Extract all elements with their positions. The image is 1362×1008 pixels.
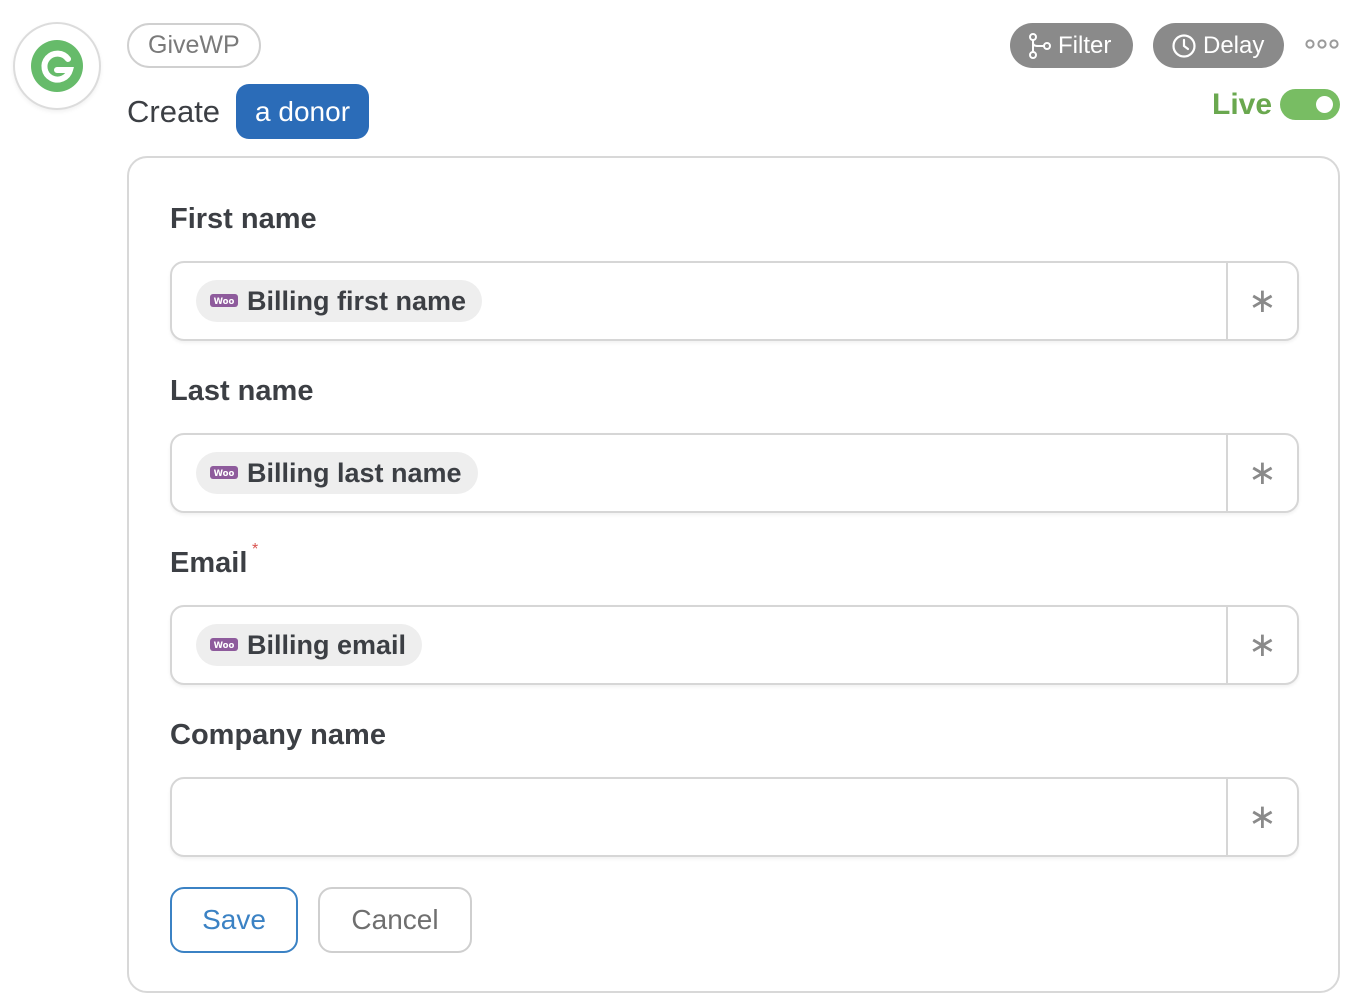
insert-data-button[interactable]: ∗ bbox=[1226, 607, 1297, 683]
token-label: Billing email bbox=[247, 629, 407, 660]
company-name-label: Company name bbox=[170, 719, 386, 751]
company-name-field[interactable]: ∗ bbox=[170, 777, 1299, 857]
givewp-logo-icon bbox=[31, 40, 83, 92]
woocommerce-icon: Woo bbox=[210, 466, 238, 479]
live-toggle[interactable] bbox=[1280, 89, 1340, 120]
action-row: Create a donor bbox=[127, 84, 370, 139]
first-name-field[interactable]: Woo Billing first name ∗ bbox=[170, 261, 1299, 341]
filter-label: Filter bbox=[1058, 31, 1112, 59]
last-name-field[interactable]: Woo Billing last name ∗ bbox=[170, 433, 1299, 513]
save-button[interactable]: Save bbox=[170, 887, 298, 953]
first-name-input-area[interactable]: Woo Billing first name bbox=[172, 263, 1226, 339]
givewp-logo bbox=[13, 22, 101, 110]
action-form-card: First name Woo Billing first name ∗ Last… bbox=[127, 156, 1340, 993]
field-token[interactable]: Woo Billing last name bbox=[196, 452, 478, 494]
delay-button[interactable]: Delay bbox=[1153, 23, 1284, 68]
email-field[interactable]: Woo Billing email ∗ bbox=[170, 605, 1299, 685]
delay-label: Delay bbox=[1203, 31, 1265, 59]
filter-button[interactable]: Filter bbox=[1010, 23, 1133, 68]
email-label-text: Email bbox=[170, 547, 248, 579]
svg-text:Woo: Woo bbox=[214, 469, 235, 479]
action-object-button[interactable]: a donor bbox=[236, 84, 370, 139]
field-token[interactable]: Woo Billing email bbox=[196, 624, 423, 666]
app-name-pill[interactable]: GiveWP bbox=[127, 23, 261, 68]
insert-data-button[interactable]: ∗ bbox=[1226, 263, 1297, 339]
last-name-input-area[interactable]: Woo Billing last name bbox=[172, 435, 1226, 511]
live-label: Live bbox=[1212, 88, 1273, 121]
insert-data-button[interactable]: ∗ bbox=[1226, 435, 1297, 511]
filter-branch-icon bbox=[1029, 32, 1051, 59]
action-verb: Create bbox=[127, 93, 221, 129]
clock-icon bbox=[1172, 33, 1196, 58]
token-label: Billing last name bbox=[247, 457, 462, 488]
last-name-label: Last name bbox=[170, 375, 314, 407]
required-mark: * bbox=[252, 541, 259, 558]
svg-text:Woo: Woo bbox=[214, 297, 235, 307]
toggle-knob bbox=[1316, 96, 1333, 113]
woocommerce-icon: Woo bbox=[210, 638, 238, 651]
token-label: Billing first name bbox=[247, 285, 467, 316]
email-input-area[interactable]: Woo Billing email bbox=[172, 607, 1226, 683]
email-label: Email * bbox=[170, 541, 258, 580]
company-name-input-area[interactable] bbox=[172, 779, 1226, 855]
insert-data-button[interactable]: ∗ bbox=[1226, 779, 1297, 855]
more-options-icon[interactable] bbox=[1305, 36, 1339, 52]
woocommerce-icon: Woo bbox=[210, 294, 238, 307]
cancel-button[interactable]: Cancel bbox=[318, 887, 472, 953]
field-token[interactable]: Woo Billing first name bbox=[196, 280, 483, 322]
first-name-label: First name bbox=[170, 203, 317, 235]
svg-text:Woo: Woo bbox=[214, 641, 235, 651]
